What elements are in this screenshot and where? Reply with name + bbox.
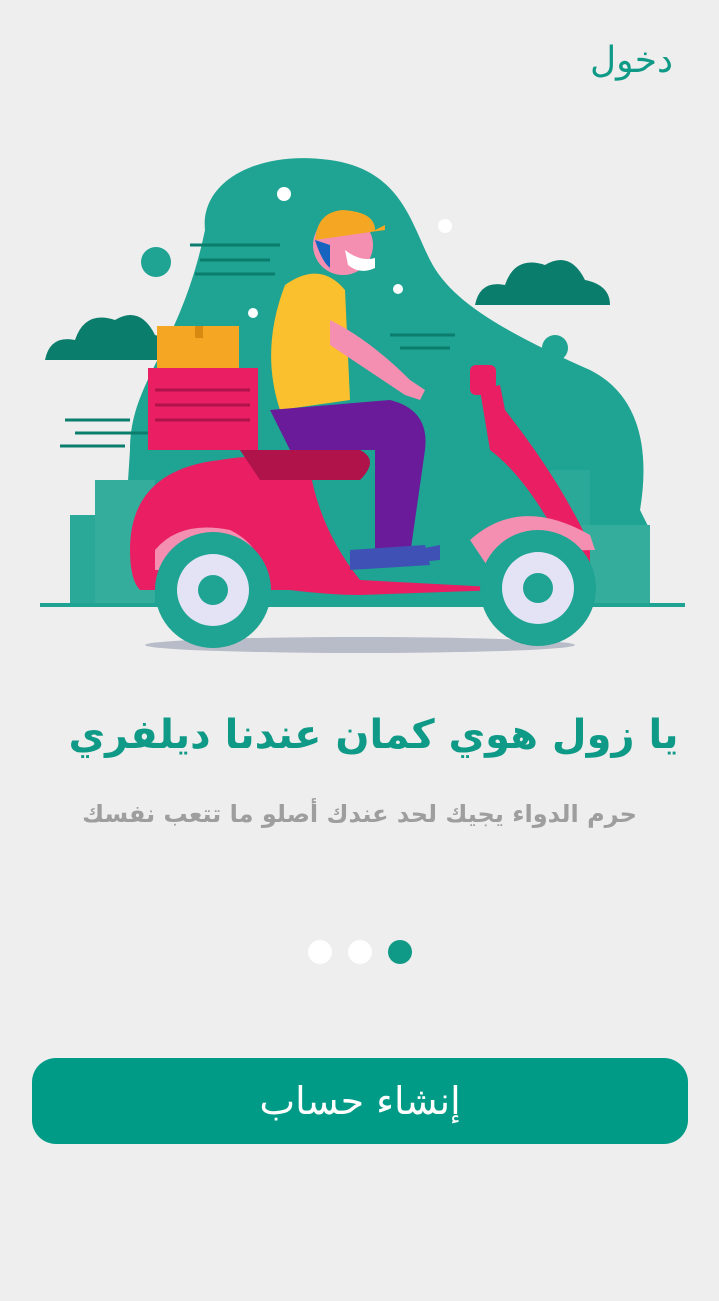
decor-dot [141, 247, 171, 277]
page-dot[interactable] [307, 940, 332, 964]
rear-wheel [155, 532, 271, 648]
page-dot[interactable] [347, 940, 372, 964]
decor-dot [248, 308, 258, 318]
decor-dot [393, 284, 403, 294]
cloud-left [45, 315, 171, 360]
decor-dot [277, 187, 291, 201]
onboarding-subtitle: حرم الدواء يجيك لحد عندك أصلو ما تتعب نف… [82, 800, 637, 828]
cloud-right [475, 260, 610, 305]
page-indicator [0, 940, 719, 964]
delivery-illustration [40, 158, 685, 653]
box-pink [148, 368, 258, 450]
decor-dot [438, 219, 452, 233]
onboarding-title: يا زول هوي كمان عندنا ديلفري [68, 712, 679, 758]
front-wheel [480, 530, 596, 646]
scooter-seat [240, 450, 370, 480]
login-link[interactable]: دخول [590, 40, 673, 81]
decor-dot [542, 335, 568, 361]
page-dot-active[interactable] [387, 940, 412, 964]
create-account-button[interactable]: إنشاء حساب [32, 1058, 688, 1144]
handlebar [470, 365, 496, 395]
